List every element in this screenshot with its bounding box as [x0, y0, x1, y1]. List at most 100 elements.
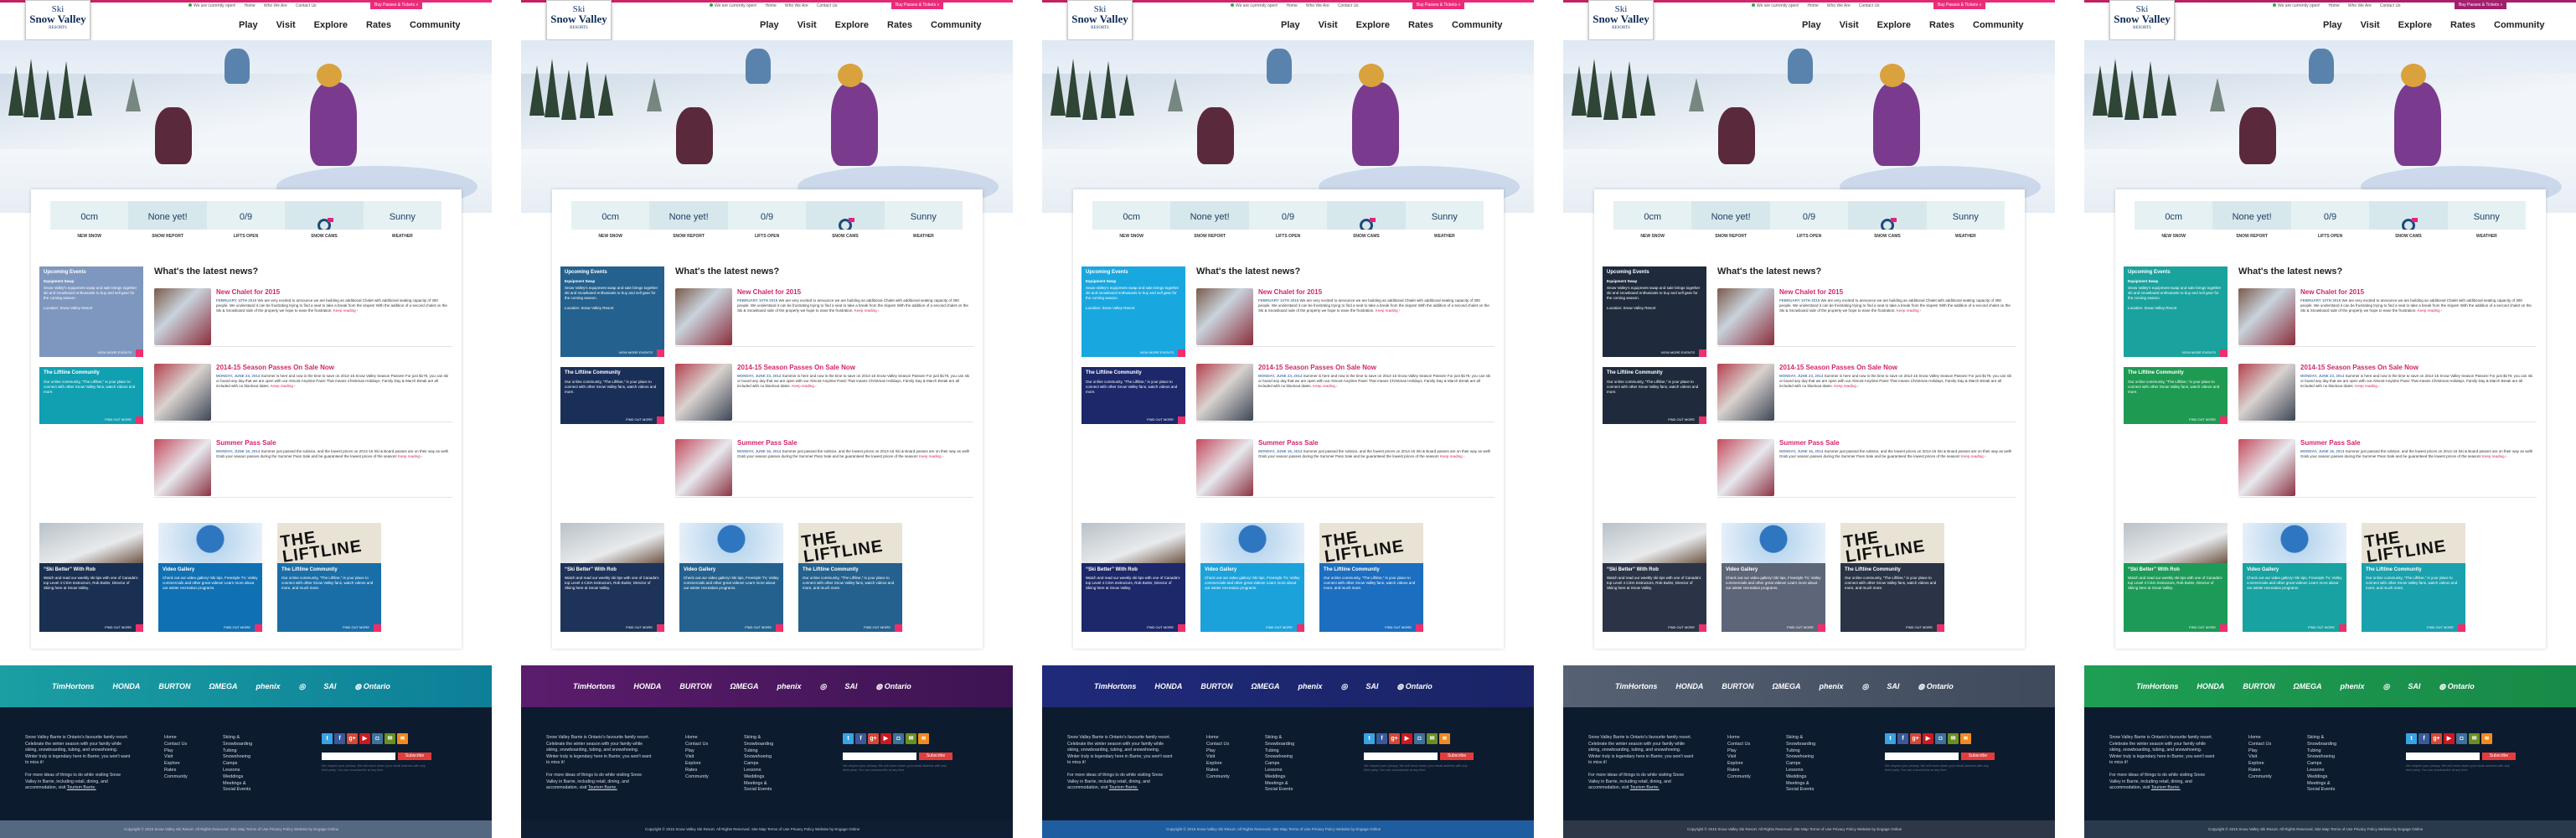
footer-link[interactable]: Visit [685, 754, 709, 761]
sponsor-logo[interactable]: phenix [256, 682, 281, 691]
liftline-community-box[interactable]: The Liftline Community Our online commun… [2124, 367, 2228, 424]
twitter-icon[interactable]: t [1885, 733, 1896, 744]
twitter-icon[interactable]: t [843, 733, 854, 744]
condition-snow-cams[interactable]: SNOW CAMS [1327, 201, 1406, 243]
footer-link[interactable]: Snowboarding [2307, 742, 2336, 748]
menu-play[interactable]: Play [760, 20, 779, 30]
footer-link[interactable]: Visit [1727, 754, 1751, 761]
news-item[interactable]: 2014-15 Season Passes On Sale Now MONDAY,… [1196, 364, 1494, 422]
view-more-events-link[interactable]: VIEW MORE EVENTS [619, 350, 653, 354]
condition-new-snow[interactable]: 0cm NEW SNOW [1613, 201, 1692, 243]
menu-explore[interactable]: Explore [2398, 20, 2432, 30]
condition-snow-report[interactable]: None yet! SNOW REPORT [649, 201, 728, 243]
footer-link[interactable]: Tubing [2307, 748, 2336, 755]
sponsor-logo[interactable]: ◍ Ontario [354, 682, 390, 691]
menu-visit[interactable]: Visit [2361, 20, 2380, 30]
sponsor-logo[interactable]: ΩMEGA [2294, 682, 2322, 691]
keep-reading-link[interactable]: Keep reading › [854, 308, 880, 313]
condition-snow-report[interactable]: None yet! SNOW REPORT [1170, 201, 1249, 243]
footer-link[interactable]: Tubing [1265, 748, 1294, 755]
footer-link[interactable]: Weddings [2307, 774, 2336, 781]
keep-reading-link[interactable]: Keep reading › [333, 308, 359, 313]
sponsor-logo[interactable]: HONDA [112, 682, 140, 691]
footer-link[interactable]: Rates [1727, 768, 1751, 774]
footer-link[interactable]: Play [685, 748, 709, 755]
news-title[interactable]: New Chalet for 2015 [737, 288, 801, 296]
menu-explore[interactable]: Explore [1877, 20, 1911, 30]
sponsor-logo[interactable]: SAI [1365, 682, 1378, 691]
find-out-more-link[interactable]: FIND OUT MORE [1385, 625, 1412, 629]
video-gallery-tile[interactable]: Video Gallery Check out our video galler… [679, 523, 783, 632]
subscribe-button[interactable]: Subscribe [398, 753, 431, 760]
youtube-icon[interactable]: ▶ [880, 733, 891, 744]
youtube-icon[interactable]: ▶ [1923, 733, 1933, 744]
liftline-community-box[interactable]: The Liftline Community Our online commun… [39, 367, 143, 424]
sponsor-logo[interactable]: HONDA [1675, 682, 1703, 691]
rss-icon[interactable]: ≋ [2481, 733, 2492, 744]
footer-link[interactable]: Camps [744, 761, 773, 768]
menu-play[interactable]: Play [2323, 20, 2342, 30]
liftline-tile[interactable]: THE LIFTLINE The Liftline Community Our … [277, 523, 381, 632]
footer-link[interactable]: Snowshoeing [1786, 754, 1815, 761]
news-item[interactable]: New Chalet for 2015 FEBRUARY 10TH 2015 We… [2238, 288, 2537, 347]
util-contact-link[interactable]: Contact Us [296, 3, 317, 8]
find-out-more-link[interactable]: FIND OUT MORE [745, 625, 772, 629]
tourism-barrie-link[interactable]: Tourism Barrie. [2151, 785, 2181, 790]
news-title[interactable]: Summer Pass Sale [216, 439, 276, 447]
footer-link[interactable]: Rates [164, 768, 188, 774]
footer-link[interactable]: Tubing [1786, 748, 1815, 755]
sponsor-logo[interactable]: SAI [2408, 682, 2420, 691]
condition-weather[interactable]: Sunny WEATHER [1926, 201, 2006, 243]
util-contact-link[interactable]: Contact Us [817, 3, 838, 8]
email-input[interactable] [2406, 753, 2480, 760]
email-icon[interactable]: ✉ [385, 733, 395, 744]
rss-icon[interactable]: ≋ [1439, 733, 1450, 744]
liftline-community-box[interactable]: The Liftline Community Our online commun… [1082, 367, 1185, 424]
sponsor-logo[interactable]: SAI [323, 682, 336, 691]
video-gallery-tile[interactable]: Video Gallery Check out our video galler… [2243, 523, 2346, 632]
footer-link[interactable]: Meetings & [2307, 781, 2336, 788]
email-icon[interactable]: ✉ [1948, 733, 1959, 744]
news-title[interactable]: 2014-15 Season Passes On Sale Now [737, 364, 855, 371]
menu-community[interactable]: Community [1973, 20, 2024, 30]
news-title[interactable]: New Chalet for 2015 [216, 288, 280, 296]
news-item[interactable]: Summer Pass Sale MONDAY, JUNE 16, 2014 Su… [1717, 439, 2016, 498]
footer-link[interactable]: Explore [1727, 761, 1751, 768]
find-out-more-link[interactable]: FIND OUT MORE [1147, 417, 1174, 422]
find-out-more-link[interactable]: FIND OUT MORE [1787, 625, 1814, 629]
footer-link[interactable]: Snowboarding [1786, 742, 1815, 748]
email-icon[interactable]: ✉ [906, 733, 916, 744]
footer-link[interactable]: Social Events [2307, 787, 2336, 794]
condition-lifts-open[interactable]: 0/9 LIFTS OPEN [1769, 201, 1849, 243]
news-title[interactable]: 2014-15 Season Passes On Sale Now [1779, 364, 1897, 371]
find-out-more-link[interactable]: FIND OUT MORE [343, 625, 369, 629]
news-title[interactable]: 2014-15 Season Passes On Sale Now [1258, 364, 1376, 371]
news-item[interactable]: Summer Pass Sale MONDAY, JUNE 16, 2014 Su… [1196, 439, 1494, 498]
menu-explore[interactable]: Explore [835, 20, 869, 30]
footer-link[interactable]: Play [1727, 748, 1751, 755]
footer-link[interactable]: Lessons [223, 768, 252, 774]
liftline-tile[interactable]: THE LIFTLINE The Liftline Community Our … [2362, 523, 2465, 632]
menu-play[interactable]: Play [1802, 20, 1821, 30]
google-plus-icon[interactable]: g+ [347, 733, 358, 744]
sponsor-logo[interactable]: phenix [777, 682, 802, 691]
google-plus-icon[interactable]: g+ [2431, 733, 2442, 744]
subscribe-button[interactable]: Subscribe [1440, 753, 1474, 760]
news-item[interactable]: Summer Pass Sale MONDAY, JUNE 16, 2014 Su… [2238, 439, 2537, 498]
footer-link[interactable]: Rates [685, 768, 709, 774]
footer-link[interactable]: Snowshoeing [1265, 754, 1294, 761]
footer-link[interactable]: Camps [2307, 761, 2336, 768]
footer-link[interactable]: Community [685, 774, 709, 781]
footer-link[interactable]: Rates [2248, 768, 2272, 774]
news-title[interactable]: 2014-15 Season Passes On Sale Now [216, 364, 334, 371]
util-contact-link[interactable]: Contact Us [2380, 3, 2401, 8]
footer-link[interactable]: Meetings & [223, 781, 252, 788]
liftline-tile[interactable]: THE LIFTLINE The Liftline Community Our … [798, 523, 902, 632]
condition-snow-cams[interactable]: SNOW CAMS [2369, 201, 2448, 243]
liftline-tile[interactable]: THE LIFTLINE The Liftline Community Our … [1319, 523, 1423, 632]
buy-passes-button[interactable]: Buy Passes & Tickets » [891, 2, 944, 9]
news-item[interactable]: Summer Pass Sale MONDAY, JUNE 16, 2014 Su… [675, 439, 973, 498]
condition-new-snow[interactable]: 0cm NEW SNOW [571, 201, 650, 243]
footer-link[interactable]: Contact Us [1206, 742, 1230, 748]
menu-play[interactable]: Play [239, 20, 258, 30]
